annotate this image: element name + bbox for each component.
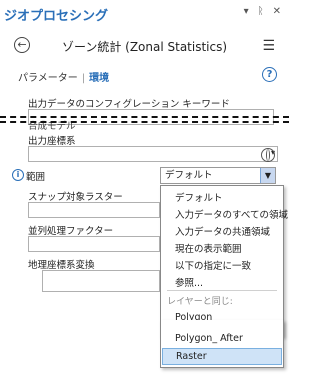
snap-raster-input[interactable] [28, 202, 160, 218]
dropdown-item-default[interactable]: デフォルト [175, 190, 223, 204]
extent-dropdown-lower: Polygon_ After Raster [160, 320, 284, 368]
chevron-down-icon[interactable]: ▾ [244, 6, 249, 17]
pane-title: ジオプロセシング [4, 9, 109, 24]
dropdown-item-current-display[interactable]: 現在の表示範囲 [175, 241, 242, 255]
output-config-keyword-label: 出力データのコンフィグレーション キーワード [28, 99, 230, 110]
dropdown-item-as-specified[interactable]: 以下の指定に一致 [175, 258, 251, 272]
hamburger-icon[interactable]: ☰ [262, 38, 275, 54]
snap-raster-label: スナップ対象ラスター [28, 192, 123, 203]
dashed-line-top [0, 116, 289, 118]
geo-transform-input[interactable] [42, 270, 160, 292]
dropdown-item-layer-raster[interactable]: Raster [162, 348, 282, 365]
info-icon[interactable]: i [12, 169, 24, 181]
extent-dropdown: デフォルト 入力データのすべての領域 入力データの共通領域 現在の表示範囲 以下… [160, 185, 288, 337]
output-coord-system-label: 出力座標系 [28, 136, 76, 147]
output-coord-system-select[interactable]: ▾ [28, 146, 278, 162]
dropdown-item-union[interactable]: 入力データのすべての領域 [175, 207, 288, 221]
globe-icon[interactable] [261, 148, 275, 162]
dropdown-item-intersection[interactable]: 入力データの共通領域 [175, 224, 270, 238]
dashed-line-bottom [0, 121, 289, 123]
dropdown-item-layer-raster-label: Raster [176, 351, 207, 362]
tab-parameters[interactable]: パラメーター [18, 73, 78, 84]
tool-title: ゾーン統計 (Zonal Statistics) [61, 40, 228, 54]
tab-separator: | [81, 73, 86, 84]
pin-icon[interactable]: ᚱ [258, 6, 264, 17]
tab-bar: パラメーター | 環境 [18, 69, 109, 84]
help-icon[interactable]: ? [262, 67, 277, 82]
dropdown-divider [167, 290, 277, 291]
dropdown-item-browse[interactable]: 参照... [175, 275, 203, 289]
dropdown-layer-header: レイヤーと同じ: [167, 297, 233, 307]
extent-select[interactable]: デフォルト ▼ [160, 167, 276, 184]
pane-controls: ▾ ᚱ ✕ [244, 6, 281, 17]
dropdown-item-layer-polygon-after-label[interactable]: Polygon_ After [175, 333, 243, 344]
extent-label: 範囲 [26, 172, 46, 183]
geo-transform-label: 地理座標系変換 [28, 260, 95, 271]
tab-environments[interactable]: 環境 [89, 73, 109, 84]
chevron-down-icon[interactable]: ▼ [260, 168, 275, 183]
extent-value: デフォルト [165, 170, 213, 181]
parallel-factor-label: 並列処理ファクター [28, 226, 114, 237]
close-icon[interactable]: ✕ [273, 6, 281, 17]
parallel-factor-input[interactable] [28, 236, 160, 252]
